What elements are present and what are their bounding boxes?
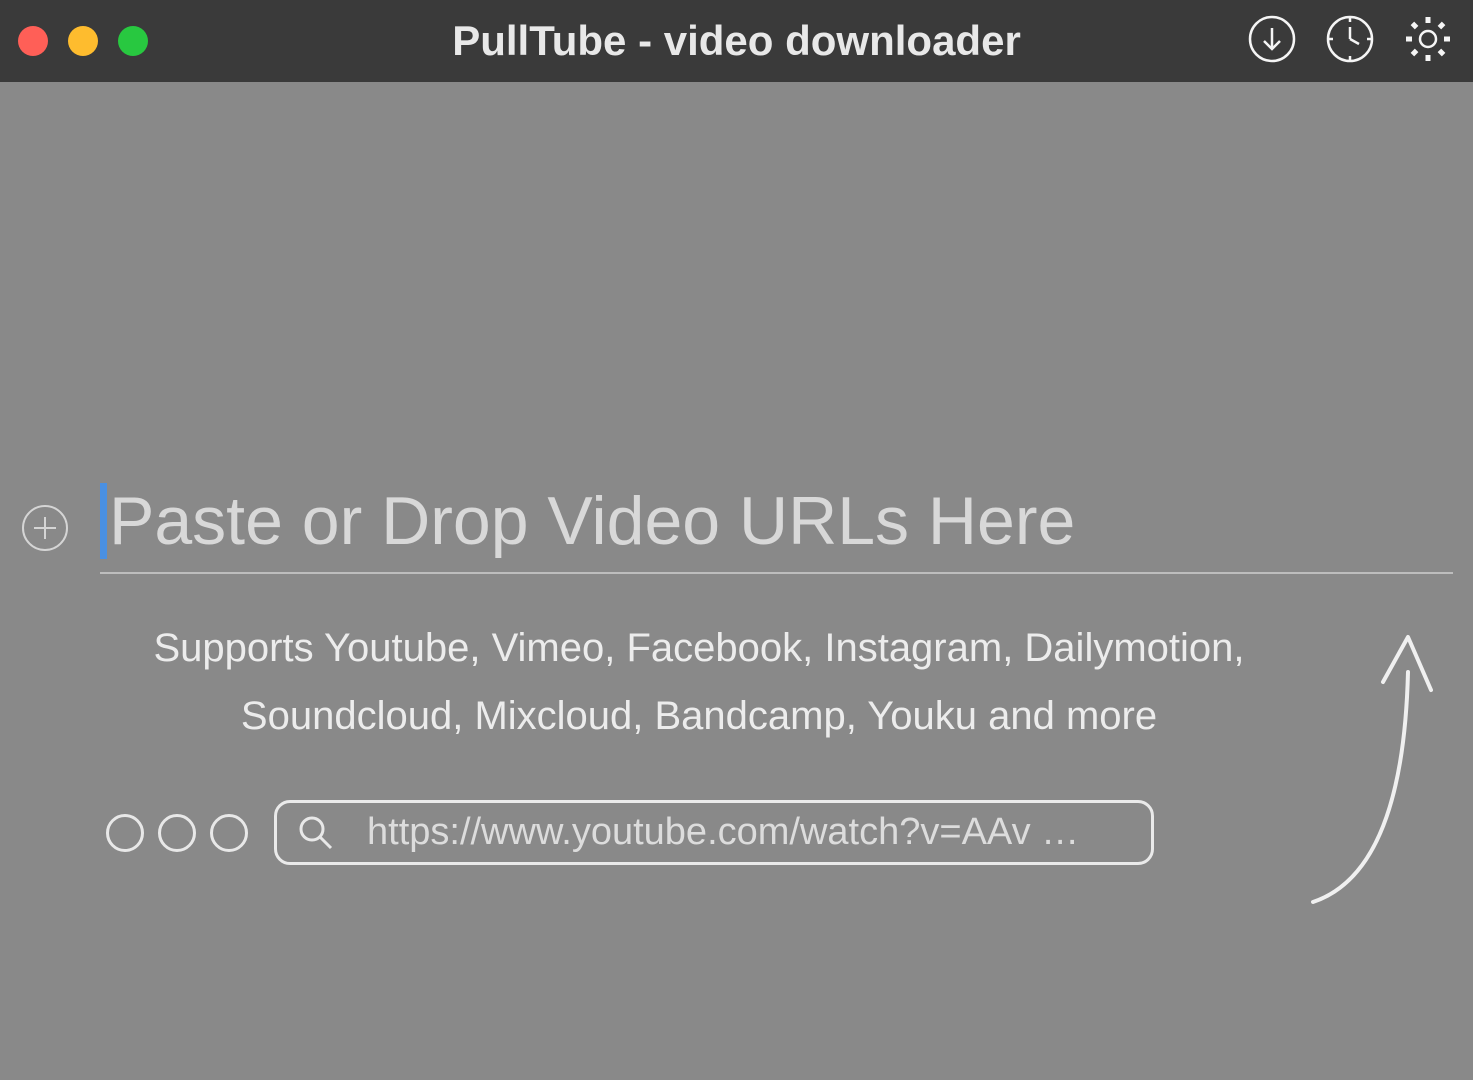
settings-button[interactable] [1401,14,1455,68]
window-control-hint-minimize [158,814,196,852]
url-input-row [20,482,1453,574]
main-area: Supports Youtube, Vimeo, Facebook, Insta… [20,482,1453,865]
app-window: PullTube - video downloader [0,0,1473,1080]
arrow-hint [1293,612,1433,912]
minimize-button[interactable] [68,26,98,56]
add-url-button[interactable] [20,503,70,553]
window-control-hint-close [106,814,144,852]
download-icon [1247,14,1297,69]
gear-icon [1403,14,1453,69]
history-button[interactable] [1323,14,1377,68]
example-url-box: https://www.youtube.com/watch?v=AAv … [274,800,1154,865]
titlebar: PullTube - video downloader [0,0,1473,82]
curved-arrow-icon [1293,899,1433,916]
example-row: https://www.youtube.com/watch?v=AAv … [106,800,1453,865]
downloads-button[interactable] [1245,14,1299,68]
close-button[interactable] [18,26,48,56]
content-area: Supports Youtube, Vimeo, Facebook, Insta… [0,82,1473,1080]
text-cursor [100,483,107,559]
toolbar [1245,14,1455,68]
url-input[interactable] [109,482,1453,560]
example-url-text: https://www.youtube.com/watch?v=AAv … [367,811,1079,854]
supports-text: Supports Youtube, Vimeo, Facebook, Insta… [115,614,1283,750]
clock-icon [1325,14,1375,69]
url-input-container [100,482,1453,574]
maximize-button[interactable] [118,26,148,56]
plus-icon [20,540,70,557]
search-icon [297,814,335,852]
window-title: PullTube - video downloader [452,17,1021,65]
window-control-hint-maximize [210,814,248,852]
window-controls [18,26,148,56]
